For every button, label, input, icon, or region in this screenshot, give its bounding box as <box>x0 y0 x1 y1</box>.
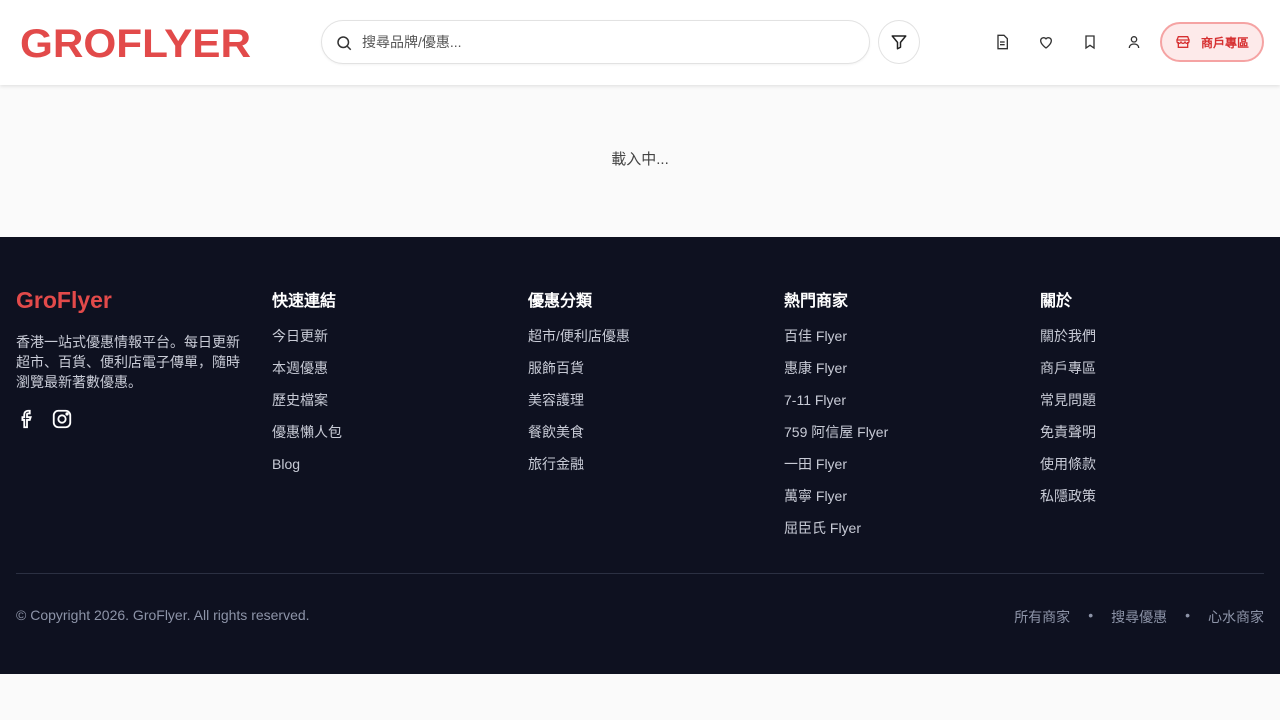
footer-brand[interactable]: GroFlyer <box>16 287 112 314</box>
footer-link[interactable]: 商戶專區 <box>1040 358 1096 390</box>
footer-link[interactable]: 優惠懶人包 <box>272 422 342 454</box>
separator-dot: • <box>1088 607 1094 623</box>
footer-link[interactable]: 惠康 Flyer <box>784 358 888 390</box>
store-icon <box>1176 36 1190 48</box>
search-input[interactable] <box>362 21 862 63</box>
footer-link[interactable]: 服飾百貨 <box>528 358 630 390</box>
column-title: 優惠分類 <box>528 293 593 310</box>
filter-icon <box>891 35 907 50</box>
column-title: 熱門商家 <box>784 293 849 310</box>
footer-link[interactable]: Blog <box>272 454 342 486</box>
filter-button[interactable] <box>878 20 920 64</box>
footer-link[interactable]: 私隱政策 <box>1040 486 1096 518</box>
column-title: 快速連結 <box>272 293 337 310</box>
groflyer-logo[interactable]: GROFLYER <box>20 24 252 62</box>
bottom-link-favorite-merchants[interactable]: 心水商家 <box>1208 607 1264 627</box>
footer-link[interactable]: 7-11 Flyer <box>784 390 888 422</box>
footer-link[interactable]: 關於我們 <box>1040 326 1096 358</box>
footer-description: 香港一站式優惠情報平台。每日更新超市、百貨、便利店電子傳單，隨時瀏覽最新著數優惠… <box>16 334 240 390</box>
footer-link[interactable]: 使用條款 <box>1040 454 1096 486</box>
user-icon[interactable] <box>1123 31 1145 53</box>
column-title: 關於 <box>1040 293 1073 310</box>
merchant-zone-label: 商戶專區 <box>1200 35 1249 50</box>
bookmark-icon[interactable] <box>1079 31 1101 53</box>
bottom-link-search-deals[interactable]: 搜尋優惠 <box>1111 607 1167 627</box>
instagram-icon[interactable] <box>51 408 73 430</box>
search-bar[interactable] <box>321 20 870 64</box>
copyright-text: © Copyright 2026. GroFlyer. All rights r… <box>16 607 310 623</box>
bottom-link-all-merchants[interactable]: 所有商家 <box>1014 607 1070 627</box>
footer-divider <box>16 573 1264 574</box>
footer-bottom-links: 所有商家 • 搜尋優惠 • 心水商家 <box>1014 607 1264 627</box>
footer-column-categories: 優惠分類 超市/便利店優惠 服飾百貨 美容護理 餐飲美食 旅行金融 <box>528 287 630 486</box>
search-icon <box>337 36 352 51</box>
heart-icon[interactable] <box>1035 31 1057 53</box>
footer-link[interactable]: 餐飲美食 <box>528 422 630 454</box>
footer-link[interactable]: 759 阿信屋 Flyer <box>784 422 888 454</box>
footer-link[interactable]: 百佳 Flyer <box>784 326 888 358</box>
footer-link[interactable]: 屈臣氏 Flyer <box>784 518 888 550</box>
footer-link[interactable]: 今日更新 <box>272 326 342 358</box>
facebook-icon[interactable] <box>16 408 38 430</box>
separator-dot: • <box>1185 607 1190 623</box>
footer: GroFlyer 香港一站式優惠情報平台。每日更新超市、百貨、便利店電子傳單，隨… <box>0 237 1280 674</box>
merchant-zone-button[interactable]: 商戶專區 <box>1160 22 1264 62</box>
footer-link[interactable]: 旅行金融 <box>528 454 630 486</box>
footer-link[interactable]: 萬寧 Flyer <box>784 486 888 518</box>
document-icon[interactable] <box>991 31 1013 53</box>
footer-link[interactable]: 歷史檔案 <box>272 390 342 422</box>
svg-text:GROFLYER: GROFLYER <box>20 24 251 62</box>
footer-link[interactable]: 超市/便利店優惠 <box>528 326 630 358</box>
footer-link[interactable]: 本週優惠 <box>272 358 342 390</box>
footer-link[interactable]: 免責聲明 <box>1040 422 1096 454</box>
footer-link[interactable]: 美容護理 <box>528 390 630 422</box>
footer-column-about: 關於 關於我們 商戶專區 常見問題 免責聲明 使用條款 私隱政策 <box>1040 287 1096 518</box>
footer-link[interactable]: 常見問題 <box>1040 390 1096 422</box>
footer-column-popular-merchants: 熱門商家 百佳 Flyer 惠康 Flyer 7-11 Flyer 759 阿信… <box>784 287 888 550</box>
loading-text: 載入中... <box>611 151 669 168</box>
top-header: GROFLYER 商戶專區 <box>0 0 1280 85</box>
footer-link[interactable]: 一田 Flyer <box>784 454 888 486</box>
footer-column-quick-links: 快速連結 今日更新 本週優惠 歷史檔案 優惠懶人包 Blog <box>272 287 342 486</box>
